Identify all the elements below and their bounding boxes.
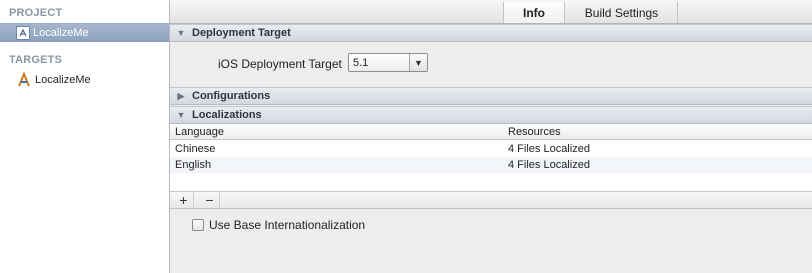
table-row[interactable]: English 4 Files Localized	[170, 157, 812, 173]
resources-cell: 4 Files Localized	[508, 143, 590, 155]
localizations-table: Language Resources Chinese 4 Files Local…	[170, 124, 812, 192]
project-file-icon	[16, 25, 30, 40]
section-title: Configurations	[192, 90, 271, 102]
section-title: Deployment Target	[192, 27, 291, 39]
base-internationalization-option[interactable]: Use Base Internationalization	[192, 218, 365, 232]
table-row[interactable]: Chinese 4 Files Localized	[170, 141, 812, 157]
tab-info[interactable]: Info	[503, 2, 565, 23]
language-cell: Chinese	[175, 143, 216, 155]
localizations-section-header[interactable]: ▼ Localizations	[170, 106, 812, 124]
project-editor: Info Build Settings ▼ Deployment Target …	[170, 0, 812, 273]
ios-deployment-target-select[interactable]: 5.1 ▼	[348, 53, 428, 72]
resources-cell: 4 Files Localized	[508, 159, 590, 171]
table-header: Language Resources	[170, 124, 812, 140]
section-title: Localizations	[192, 109, 262, 121]
sidebar-item-label: LocalizeMe	[33, 26, 89, 39]
project-section-header: PROJECT	[9, 7, 63, 19]
editor-tab-bar: Info Build Settings	[170, 0, 812, 24]
disclosure-triangle-collapsed-icon[interactable]: ▶	[176, 91, 186, 101]
deployment-target-section-header[interactable]: ▼ Deployment Target	[170, 24, 812, 42]
language-cell: English	[175, 159, 212, 171]
disclosure-triangle-expanded-icon[interactable]: ▼	[176, 28, 186, 38]
remove-localization-button[interactable]: −	[200, 192, 220, 208]
localizations-toolbar: + −	[170, 192, 812, 209]
sidebar-item-label: LocalizeMe	[35, 73, 91, 86]
column-header-language[interactable]: Language	[175, 124, 224, 140]
select-value: 5.1	[353, 56, 369, 69]
column-header-resources[interactable]: Resources	[508, 124, 561, 140]
disclosure-triangle-expanded-icon[interactable]: ▼	[176, 110, 186, 120]
configurations-section-header[interactable]: ▶ Configurations	[170, 87, 812, 105]
targets-section-header: TARGETS	[9, 54, 63, 66]
project-navigator-sidebar: PROJECT LocalizeMe TARGETS LocalizeMe	[0, 0, 170, 273]
ios-deployment-target-label: iOS Deployment Target	[218, 57, 342, 71]
checkbox-label: Use Base Internationalization	[209, 218, 366, 232]
app-target-icon	[16, 71, 32, 88]
sidebar-item-target[interactable]: LocalizeMe	[0, 70, 169, 89]
tab-build-settings[interactable]: Build Settings	[566, 2, 678, 23]
chevron-down-icon: ▼	[409, 54, 427, 71]
add-localization-button[interactable]: +	[174, 192, 194, 208]
base-internationalization-checkbox[interactable]	[192, 219, 204, 231]
sidebar-item-project[interactable]: LocalizeMe	[0, 23, 169, 42]
